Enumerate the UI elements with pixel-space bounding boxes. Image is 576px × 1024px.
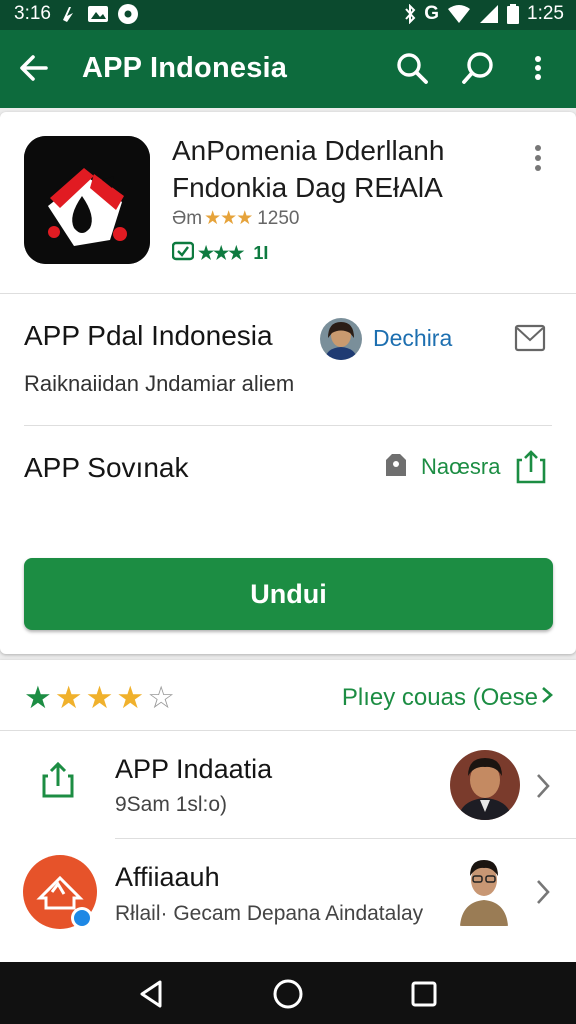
list-item-title[interactable]: Affiiaauh — [115, 862, 220, 893]
app-meta: Əm ★★★ 1250 — [172, 207, 300, 230]
app-title-line1: AnPomenia Dderllanh — [172, 135, 445, 166]
list-item-title[interactable]: APP Indaatia — [115, 754, 272, 785]
more-options-icon[interactable] — [526, 142, 550, 176]
rating-stars[interactable]: ★ ★ ★ ★ ☆ — [24, 681, 175, 715]
divider — [24, 425, 552, 426]
nav-home-icon[interactable] — [270, 976, 306, 1012]
list-item-subtitle: Rłlail· Gecam Depana Aindatalay — [115, 902, 424, 925]
star-icon[interactable]: ★ — [24, 681, 52, 715]
share-icon[interactable] — [38, 760, 78, 800]
meta-stars: ★★★ — [204, 208, 253, 229]
divider — [115, 838, 576, 839]
status-time-right: 1:25 — [527, 3, 564, 24]
bluetooth-icon — [404, 4, 416, 24]
secondary-action-label[interactable]: Naœsra — [421, 454, 500, 480]
developer-name[interactable]: Dechira — [373, 325, 452, 352]
nav-recents-icon[interactable] — [406, 976, 442, 1012]
app-title-line2: Fndonkia Dag REłAlA — [172, 172, 443, 203]
secondary-title: APP Sovınak — [24, 452, 189, 483]
star-icon[interactable]: ★ — [55, 681, 83, 715]
search-icon[interactable] — [392, 48, 432, 88]
developer-description: Raiknaiidan Jndamiar aliem — [24, 371, 295, 396]
network-type: G — [424, 3, 440, 24]
share-box-icon[interactable] — [514, 448, 548, 486]
avatar[interactable] — [456, 852, 512, 926]
app-badge: ★★★ 1Ι — [171, 241, 269, 266]
divider — [0, 730, 576, 731]
star-icon[interactable]: ★ — [86, 681, 114, 715]
meta-prefix: Əm — [172, 207, 203, 229]
tag-icon[interactable] — [380, 450, 412, 482]
back-arrow-icon[interactable] — [14, 48, 54, 88]
reviews-link-text: Plıey couas (Oese — [341, 684, 538, 711]
battery-icon — [507, 4, 520, 24]
signal-icon — [479, 4, 499, 24]
nav-back-icon[interactable] — [134, 976, 170, 1012]
developer-title: APP Pdal Indonesia — [24, 320, 273, 351]
avatar[interactable] — [450, 750, 520, 820]
chat-search-icon[interactable] — [458, 48, 498, 88]
chevron-right-icon[interactable] — [532, 770, 554, 802]
list-item-subtitle: 9Sam 1sl:o) — [115, 793, 228, 816]
circle-icon — [117, 3, 139, 25]
more-vert-icon[interactable] — [526, 48, 550, 88]
reviews-link[interactable]: Plıey couas (Oese — [342, 684, 554, 712]
install-button[interactable]: Undui — [24, 558, 553, 630]
page-title: APP Indonesia — [82, 52, 288, 84]
divider — [0, 293, 576, 294]
rating-count: 1250 — [257, 207, 300, 229]
star-icon[interactable]: ★ — [116, 681, 144, 715]
app-bar: APP Indonesia — [0, 30, 576, 108]
chevron-right-icon[interactable] — [532, 876, 554, 908]
star-empty-icon[interactable]: ☆ — [147, 681, 175, 715]
status-bar: 3:16 G 1:25 — [0, 0, 576, 30]
badge-icon — [171, 241, 195, 266]
app-title: AnPomenia Dderllanh Fndonkia Dag REłAlA — [172, 132, 444, 206]
badge-text: 1Ι — [253, 243, 269, 263]
chevron-right-icon — [540, 684, 554, 712]
image-icon — [87, 4, 109, 24]
wifi-icon — [447, 4, 471, 24]
app-logo-icon[interactable] — [24, 136, 150, 264]
navigation-bar — [0, 962, 576, 1024]
notification-icon — [59, 4, 79, 24]
app-badge-icon[interactable] — [22, 854, 98, 930]
badge-stars: ★★★ — [198, 243, 244, 263]
mail-icon[interactable] — [514, 322, 546, 354]
developer-avatar[interactable] — [320, 318, 362, 360]
status-time-left: 3:16 — [14, 3, 51, 24]
